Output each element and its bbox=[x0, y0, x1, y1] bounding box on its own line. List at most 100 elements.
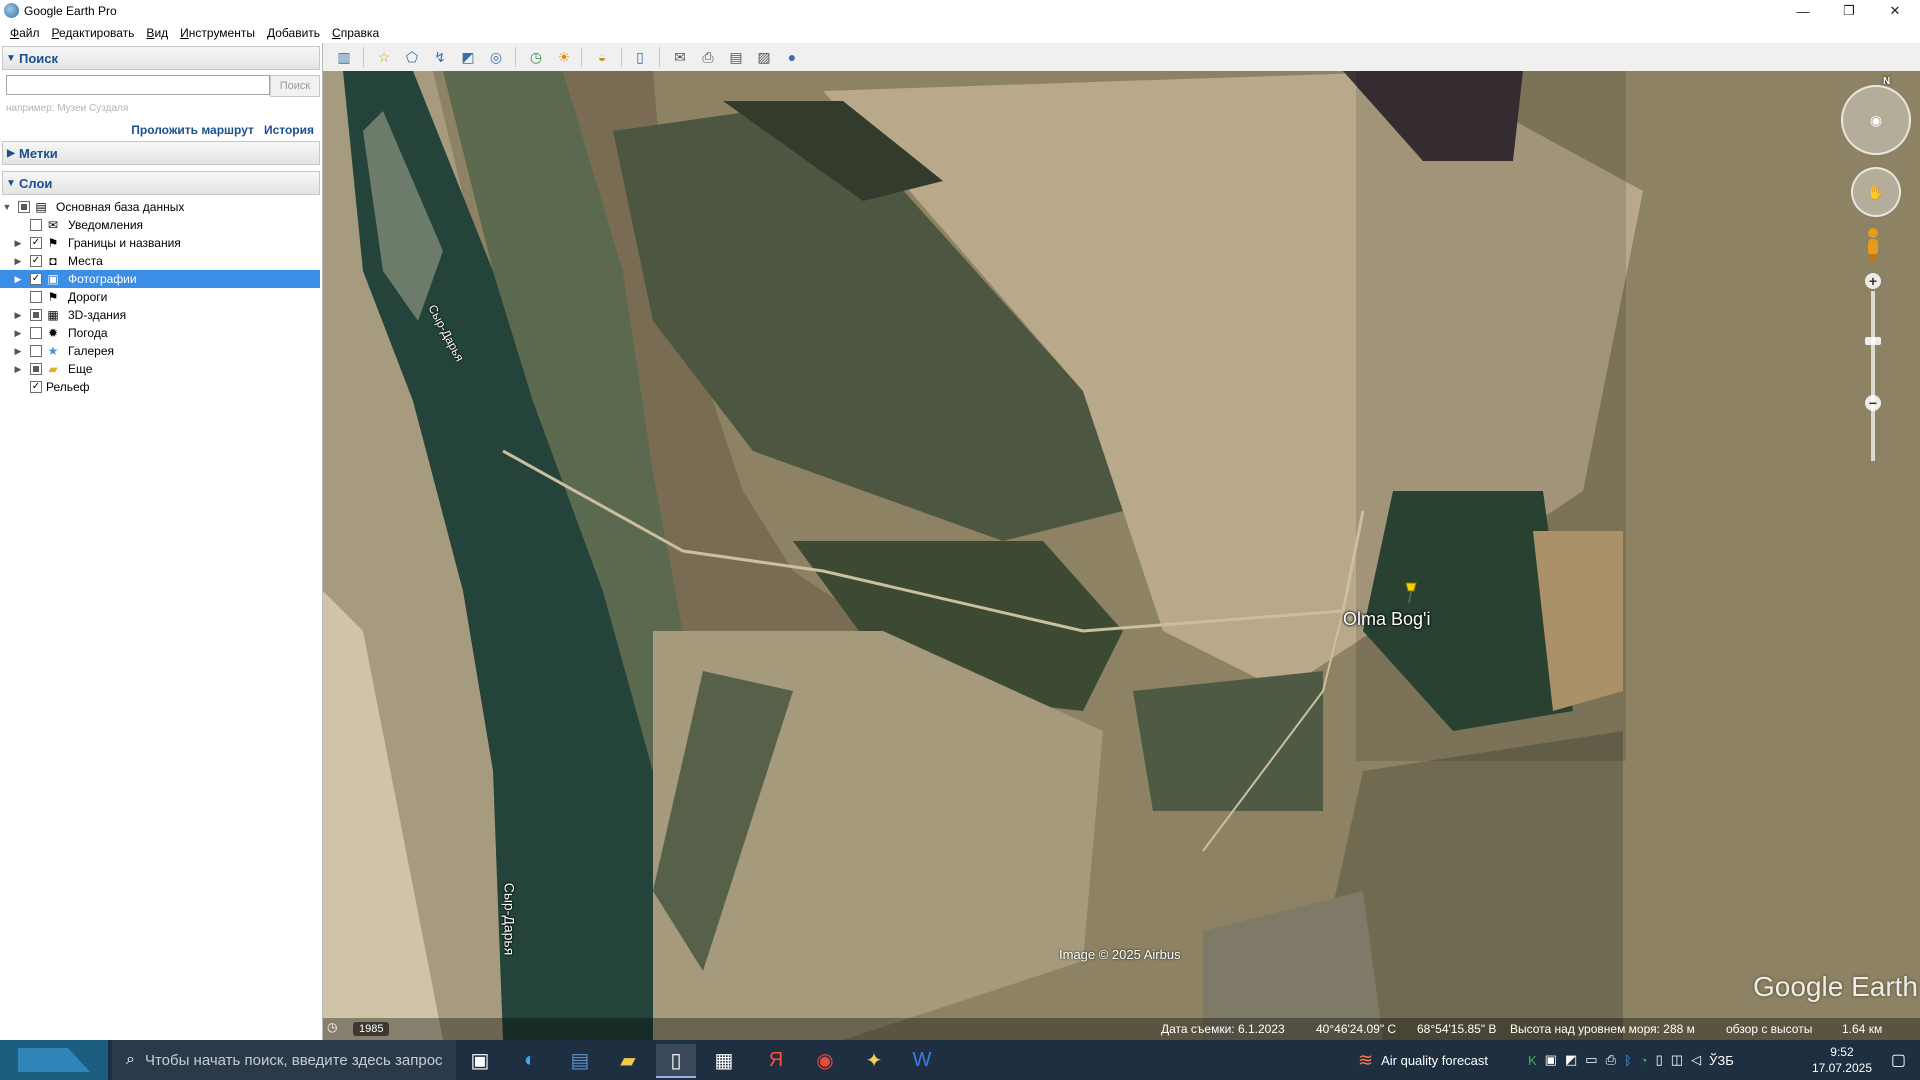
layer-checkbox[interactable] bbox=[30, 309, 42, 321]
k-icon[interactable]: K bbox=[1528, 1053, 1537, 1068]
layer-checkbox[interactable] bbox=[30, 363, 42, 375]
placemark-label[interactable]: Olma Bog'i bbox=[1343, 609, 1430, 630]
save-image-icon[interactable]: ▤ bbox=[725, 46, 747, 68]
layer-terrain[interactable]: ✓ Рельеф bbox=[0, 378, 322, 396]
imagery-year-badge[interactable]: 1985 bbox=[353, 1022, 390, 1036]
yandex-browser-icon[interactable]: Я bbox=[756, 1044, 796, 1076]
word-icon[interactable]: W bbox=[902, 1044, 942, 1076]
start-button[interactable] bbox=[0, 1040, 108, 1080]
expander-icon[interactable]: ▶ bbox=[13, 346, 23, 357]
placemark-pin-icon[interactable] bbox=[1403, 581, 1419, 605]
view-in-maps-icon[interactable]: ▨ bbox=[753, 46, 775, 68]
route-link[interactable]: Проложить маршрут bbox=[131, 123, 254, 137]
green-app-icon[interactable]: ◔ bbox=[1640, 1053, 1648, 1068]
minimize-button[interactable]: — bbox=[1780, 0, 1826, 22]
zoom-in-button[interactable]: + bbox=[1865, 273, 1881, 289]
expander-icon[interactable]: ▶ bbox=[13, 328, 23, 339]
layer-3d-buildings[interactable]: ▶ ▦ 3D-здания bbox=[0, 306, 322, 324]
app-tray-icon[interactable]: ◩ bbox=[1565, 1052, 1577, 1068]
notepad-icon[interactable]: ▤ bbox=[560, 1044, 600, 1076]
layer-borders[interactable]: ▶ ✓ ⚑ Границы и названия bbox=[0, 234, 322, 252]
email-icon[interactable]: ✉ bbox=[669, 46, 691, 68]
add-overlay-icon[interactable]: ◩ bbox=[457, 46, 479, 68]
printer-icon[interactable]: ⎙ bbox=[1606, 1052, 1616, 1068]
layer-checkbox[interactable] bbox=[30, 327, 42, 339]
sunlight-icon[interactable]: ☀ bbox=[553, 46, 575, 68]
historical-imagery-icon[interactable]: ◷ bbox=[327, 1020, 337, 1034]
menu-help[interactable]: Справка bbox=[326, 26, 385, 40]
uz-icon[interactable]: ▣ bbox=[1545, 1052, 1557, 1068]
expander-icon[interactable]: ▶ bbox=[13, 238, 23, 249]
chrome-icon[interactable]: ◉ bbox=[805, 1044, 845, 1076]
history-link[interactable]: История bbox=[264, 123, 314, 137]
expander-icon[interactable]: ▶ bbox=[13, 274, 23, 285]
volume-icon[interactable]: ◁ bbox=[1691, 1052, 1701, 1068]
edge-browser-icon[interactable]: ◐ bbox=[510, 1044, 550, 1076]
layer-photos[interactable]: ▶ ✓ ▣ Фотографии bbox=[0, 270, 320, 288]
record-tour-icon[interactable]: ◎ bbox=[485, 46, 507, 68]
add-polygon-icon[interactable]: ⬠ bbox=[401, 46, 423, 68]
historical-imagery-icon[interactable]: ◷ bbox=[525, 46, 547, 68]
layers-panel-header[interactable]: ▼ Слои bbox=[2, 171, 320, 195]
look-around-control[interactable]: ◉ bbox=[1841, 85, 1911, 155]
layer-checkbox[interactable] bbox=[18, 201, 30, 213]
layer-weather[interactable]: ▶ ✹ Погода bbox=[0, 324, 322, 342]
zoom-out-button[interactable]: − bbox=[1865, 395, 1881, 411]
earth-gallery-icon[interactable]: ● bbox=[781, 46, 803, 68]
store-icon[interactable]: ▦ bbox=[704, 1044, 744, 1076]
bluetooth-icon[interactable]: ᛒ bbox=[1624, 1053, 1632, 1068]
monitor-icon[interactable]: ▭ bbox=[1585, 1052, 1597, 1068]
network-icon[interactable]: ◫ bbox=[1671, 1052, 1683, 1068]
expander-icon[interactable]: ▶ bbox=[13, 310, 23, 321]
menu-add[interactable]: Добавить bbox=[261, 26, 326, 40]
places-panel-header[interactable]: ▶ Метки bbox=[2, 141, 320, 165]
layer-checkbox[interactable]: ✓ bbox=[30, 255, 42, 267]
menu-tools[interactable]: Инструменты bbox=[174, 26, 261, 40]
layer-notifications[interactable]: ✉ Уведомления bbox=[0, 216, 322, 234]
weather-widget[interactable]: ≋ Air quality forecast bbox=[1358, 1040, 1488, 1080]
menu-file[interactable]: Файл bbox=[4, 26, 46, 40]
layer-checkbox[interactable] bbox=[30, 219, 42, 231]
taskbar-search[interactable]: ⌕ Чтобы начать поиск, введите здесь запр… bbox=[112, 1040, 456, 1080]
battery-icon[interactable]: ▯ bbox=[1656, 1052, 1663, 1068]
planets-icon[interactable]: ◒ bbox=[591, 46, 613, 68]
layer-checkbox[interactable] bbox=[30, 345, 42, 357]
zoom-slider[interactable] bbox=[1871, 291, 1875, 461]
google-earth-taskbar-icon[interactable]: ▯ bbox=[656, 1044, 696, 1078]
clock[interactable]: 9:52 17.07.2025 bbox=[1812, 1044, 1872, 1076]
map-view[interactable]: Сыр-Дарья Сыр-Дарья Olma Bog'i Image © 2… bbox=[323, 71, 1920, 1040]
zoom-slider-handle[interactable] bbox=[1865, 337, 1881, 345]
print-icon[interactable]: ⎙ bbox=[697, 46, 719, 68]
add-placemark-icon[interactable]: ☆ bbox=[373, 46, 395, 68]
expander-icon[interactable]: ▶ bbox=[13, 364, 23, 375]
pegman-icon[interactable] bbox=[1865, 227, 1881, 263]
move-control[interactable]: ✋ bbox=[1851, 167, 1901, 217]
layer-checkbox[interactable] bbox=[30, 291, 42, 303]
layer-primary-database[interactable]: ▼ ▤ Основная база данных bbox=[0, 198, 322, 216]
ruler-icon[interactable]: ▯ bbox=[629, 46, 651, 68]
search-input[interactable] bbox=[6, 75, 270, 95]
layer-checkbox[interactable]: ✓ bbox=[30, 381, 42, 393]
add-path-icon[interactable]: ↯ bbox=[429, 46, 451, 68]
search-button[interactable]: Поиск bbox=[270, 75, 320, 97]
notifications-icon[interactable]: ▢ bbox=[1891, 1050, 1906, 1070]
sidebar-toggle-icon[interactable]: ▥ bbox=[333, 46, 355, 68]
language-indicator[interactable]: ЎЗБ bbox=[1709, 1053, 1734, 1068]
close-button[interactable]: ✕ bbox=[1872, 0, 1918, 22]
maximize-button[interactable]: ❐ bbox=[1826, 0, 1872, 22]
search-panel-header[interactable]: ▼ Поиск bbox=[2, 46, 320, 70]
menu-edit[interactable]: Редактировать bbox=[46, 26, 141, 40]
layer-gallery[interactable]: ▶ ★ Галерея bbox=[0, 342, 322, 360]
layer-places[interactable]: ▶ ✓ ◘ Места bbox=[0, 252, 322, 270]
app-icon[interactable]: ✦ bbox=[854, 1044, 894, 1076]
layer-checkbox[interactable]: ✓ bbox=[30, 273, 42, 285]
expander-icon[interactable]: ▶ bbox=[13, 256, 23, 267]
layer-more[interactable]: ▶ ▰ Еще bbox=[0, 360, 322, 378]
clock-time: 9:52 bbox=[1830, 1045, 1854, 1059]
file-explorer-icon[interactable]: ▰ bbox=[608, 1044, 648, 1076]
expander-icon[interactable]: ▼ bbox=[2, 202, 12, 212]
layer-checkbox[interactable]: ✓ bbox=[30, 237, 42, 249]
menu-view[interactable]: Вид bbox=[140, 26, 174, 40]
layer-roads[interactable]: ⚑ Дороги bbox=[0, 288, 322, 306]
task-view-icon[interactable]: ▣ bbox=[460, 1044, 500, 1076]
